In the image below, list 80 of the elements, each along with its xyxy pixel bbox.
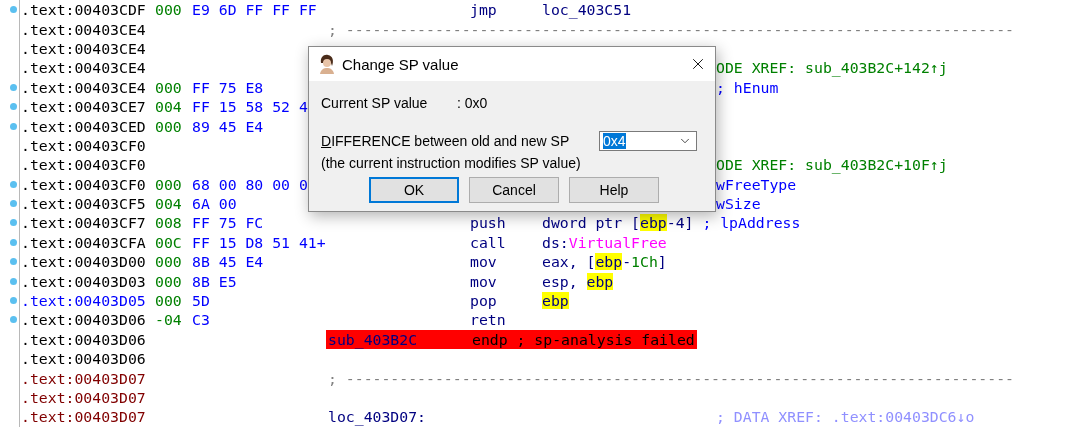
stack-pointer: 000 [155, 272, 183, 290]
address: .text:00403D06 [20, 311, 147, 329]
dialog-title: Change SP value [342, 55, 460, 73]
separator-comment: ; --------------------------------------------------------------------------- [328, 369, 1014, 387]
stack-pointer: 00C [155, 233, 183, 251]
address: .text:00403D07 [20, 389, 147, 406]
current-sp-label: Current SP value [321, 95, 429, 111]
mnemonic: push [470, 214, 507, 232]
operand: dword ptr [ebp-4] [542, 214, 694, 232]
operand: eax, [ebp-1Ch] [542, 253, 667, 271]
current-sp-value: : 0x0 [457, 95, 488, 111]
stack-pointer: 008 [155, 214, 183, 232]
stack-pointer: 000 [155, 78, 183, 96]
stack-pointer: -04 [155, 311, 183, 329]
procedure-label: sub_403B2C [328, 330, 419, 348]
comment: ; lpAddress [701, 214, 801, 232]
mnemonic: pop [470, 292, 498, 310]
address: .text:00403CE4 [20, 59, 147, 77]
mnemonic: retn [470, 311, 507, 329]
endp-text: endp ; sp-analysis failed [472, 330, 695, 348]
person-icon [318, 54, 336, 74]
difference-label: DIFFERENCE between old and new SP [321, 133, 571, 149]
comment: ; DATA XREF: .text:00403DC6↓o [716, 408, 975, 426]
comment: ; hEnum [716, 78, 779, 96]
address: .text:00403CF0 [20, 136, 147, 154]
stack-pointer: 000 [155, 1, 183, 19]
stack-pointer: 004 [155, 195, 183, 213]
comment: wFreeType [716, 175, 797, 193]
opcode-bytes: FF 75 FC [192, 214, 265, 232]
address: .text:00403CE4 [20, 39, 147, 57]
stack-pointer: 000 [155, 117, 183, 135]
mnemonic: mov [470, 253, 498, 271]
address: .text:00403CDF [20, 1, 147, 19]
opcode-bytes: 5D [192, 292, 211, 310]
address: .text:00403CF7 [20, 214, 147, 232]
dialog-button[interactable]: OK [369, 177, 459, 203]
operand: loc_403C51 [542, 1, 632, 19]
stack-pointer: 000 [155, 292, 183, 310]
address: .text:00403CE4 [20, 78, 147, 96]
opcode-bytes: 89 45 E4 [192, 117, 265, 135]
opcode-bytes: 6A 00 [192, 195, 238, 213]
address: .text:00403CF0 [20, 156, 147, 174]
address: .text:00403D00 [20, 253, 147, 271]
dialog-button[interactable]: Cancel [469, 177, 559, 203]
address: .text:00403D06 [20, 350, 147, 368]
stack-pointer: 000 [155, 253, 183, 271]
opcode-bytes: C3 [192, 311, 211, 329]
opcode-bytes: E9 6D FF FF FF [192, 1, 318, 19]
mnemonic: mov [470, 272, 498, 290]
address: .text:00403CF5 [20, 195, 147, 213]
address: .text:00403CE4 [20, 20, 147, 38]
difference-combo[interactable]: 0x4 [599, 131, 697, 151]
stack-pointer: 004 [155, 98, 183, 116]
operand: esp, ebp [542, 272, 614, 290]
address: .text:00403CED [20, 117, 147, 135]
address: .text:00403D06 [20, 330, 147, 348]
stack-pointer: 000 [155, 175, 183, 193]
mnemonic: jmp [470, 1, 498, 19]
opcode-bytes: 68 00 80 00 0 [192, 175, 309, 193]
operand: ebp [542, 292, 569, 310]
address: .text:00403D05 [20, 292, 147, 310]
dialog-button[interactable]: Help [569, 177, 659, 203]
comment: ODE XREF: sub_403B2C+10F↑j [716, 156, 948, 174]
separator-comment: ; --------------------------------------------------------------------------- [328, 20, 1014, 38]
opcode-bytes: FF 15 D8 51 41+ [192, 233, 327, 251]
address: .text:00403CF0 [20, 175, 147, 193]
comment: ODE XREF: sub_403B2C+142↑j [716, 59, 948, 77]
operand: ds:VirtualFree [542, 233, 667, 251]
comment: wSize [716, 195, 761, 213]
note-text: (the current instruction modifies SP value) [321, 155, 581, 171]
address: .text:00403D03 [20, 272, 147, 290]
mnemonic: call [470, 233, 507, 251]
opcode-bytes: 8B 45 E4 [192, 253, 265, 271]
code-label: loc_403D07: [328, 408, 427, 426]
address: .text:00403CFA [20, 233, 147, 251]
opcode-bytes: FF 75 E8 [192, 78, 265, 96]
address: .text:00403D07 [20, 408, 147, 426]
address: .text:00403D07 [20, 369, 147, 387]
address: .text:00403CE7 [20, 98, 147, 116]
opcode-bytes: 8B E5 [192, 272, 238, 290]
